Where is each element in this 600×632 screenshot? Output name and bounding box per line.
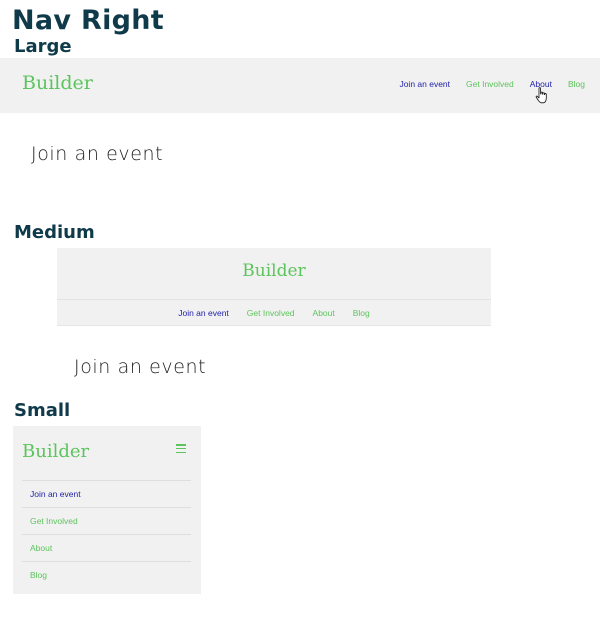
- hamburger-icon[interactable]: [176, 444, 186, 454]
- list-item: Get Involved: [22, 507, 191, 534]
- nav-link-blog[interactable]: Blog: [30, 570, 47, 580]
- list-item: Blog: [22, 561, 191, 588]
- navbar-large: Builder Join an event Get Involved About…: [0, 58, 600, 113]
- brand-logo[interactable]: Builder: [22, 441, 89, 462]
- nav-links: Join an event Get Involved About Blog: [383, 79, 585, 89]
- brand-logo[interactable]: Builder: [22, 72, 93, 94]
- divider: [57, 325, 491, 326]
- divider: [57, 299, 491, 300]
- navbar-small: Builder Join an event Get Involved About…: [13, 426, 201, 594]
- list-item: Join an event: [22, 480, 191, 507]
- nav-link-about[interactable]: About: [30, 543, 52, 553]
- nav-links: Join an event Get Involved About Blog: [57, 308, 491, 318]
- nav-menu: Join an event Get Involved About Blog: [22, 480, 191, 588]
- navbar-medium: Builder Join an event Get Involved About…: [57, 248, 491, 326]
- section-heading-large: Large: [14, 36, 72, 57]
- nav-link-blog[interactable]: Blog: [353, 308, 370, 318]
- nav-link-join-an-event[interactable]: Join an event: [30, 489, 81, 499]
- section-heading-small: Small: [14, 400, 71, 421]
- nav-link-join-an-event[interactable]: Join an event: [399, 79, 450, 89]
- nav-link-get-involved[interactable]: Get Involved: [247, 308, 295, 318]
- page-title: Nav Right: [12, 5, 165, 36]
- nav-link-get-involved[interactable]: Get Involved: [466, 79, 514, 89]
- page-content-large: Join an event: [31, 143, 164, 165]
- nav-link-get-involved[interactable]: Get Involved: [30, 516, 78, 526]
- nav-link-join-an-event[interactable]: Join an event: [178, 308, 229, 318]
- section-heading-medium: Medium: [14, 222, 95, 243]
- nav-link-about[interactable]: About: [313, 308, 335, 318]
- pointer-hand-icon: [535, 87, 547, 104]
- list-item: About: [22, 534, 191, 561]
- nav-link-blog[interactable]: Blog: [568, 79, 585, 89]
- brand-logo[interactable]: Builder: [57, 261, 491, 281]
- page-content-medium: Join an event: [74, 356, 207, 378]
